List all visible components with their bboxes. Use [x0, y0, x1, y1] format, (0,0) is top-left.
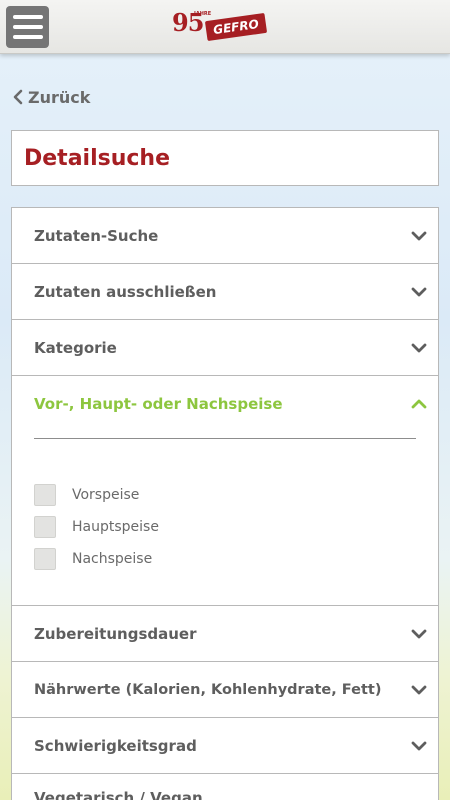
accordion-label: Vegetarisch / Vegan [34, 789, 203, 800]
accordion-header-zutaten-suche[interactable]: Zutaten-Suche [12, 208, 438, 264]
option-label: Vorspeise [72, 487, 140, 503]
accordion-header-vegetarisch[interactable]: Vegetarisch / Vegan [12, 774, 438, 800]
accordion-label: Zubereitungsdauer [34, 624, 197, 643]
chevron-left-icon [13, 89, 23, 105]
chevron-down-icon [411, 287, 427, 296]
chevron-down-icon [411, 741, 427, 750]
option-nachspeise[interactable]: Nachspeise [34, 543, 438, 575]
logo-anniversary-label: JAHRE [194, 11, 212, 17]
chevron-down-icon [411, 343, 427, 352]
back-link[interactable]: Zurück [12, 85, 90, 109]
accordion-header-naehrwerte[interactable]: Nährwerte (Kalorien, Kohlenhydrate, Fett… [12, 662, 438, 718]
chevron-down-icon [411, 231, 427, 240]
gefro-logo[interactable]: 95 JAHRE GEFRO [172, 8, 268, 44]
option-label: Hauptspeise [72, 519, 159, 535]
accordion-label: Nährwerte (Kalorien, Kohlenhydrate, Fett… [34, 681, 382, 698]
chevron-up-icon [411, 399, 427, 409]
accordion-label: Vor-, Haupt- oder Nachspeise [34, 395, 283, 413]
accordion-label: Zutaten ausschließen [34, 282, 217, 301]
accordion-label: Schwierigkeitsgrad [34, 736, 197, 755]
accordion-header-speisefolge[interactable]: Vor-, Haupt- oder Nachspeise [12, 376, 438, 432]
checkbox[interactable] [34, 548, 56, 570]
top-bar: 95 JAHRE GEFRO [0, 0, 450, 54]
checkbox[interactable] [34, 484, 56, 506]
option-vorspeise[interactable]: Vorspeise [34, 479, 438, 511]
accordion-label: Kategorie [34, 338, 117, 357]
chevron-down-icon [411, 629, 427, 638]
accordion-header-zubereitungsdauer[interactable]: Zubereitungsdauer [12, 606, 438, 662]
page-title: Detailsuche [24, 145, 171, 171]
page-title-box: Detailsuche [11, 130, 439, 186]
accordion-header-zutaten-ausschliessen[interactable]: Zutaten ausschließen [12, 264, 438, 320]
accordion-label: Zutaten-Suche [34, 226, 159, 245]
accordion-header-schwierigkeitsgrad[interactable]: Schwierigkeitsgrad [12, 718, 438, 774]
back-label: Zurück [28, 87, 91, 107]
accordion-panel-speisefolge: Vorspeise Hauptspeise Nachspeise [12, 439, 438, 606]
accordion-header-kategorie[interactable]: Kategorie [12, 320, 438, 376]
chevron-down-icon [411, 685, 427, 694]
logo-brand: GEFRO [204, 12, 268, 42]
filter-accordion: Zutaten-Suche Zutaten ausschließen Kateg… [11, 207, 439, 800]
checkbox[interactable] [34, 516, 56, 538]
option-hauptspeise[interactable]: Hauptspeise [34, 511, 438, 543]
option-label: Nachspeise [72, 551, 153, 567]
hamburger-menu-icon[interactable] [6, 6, 49, 48]
